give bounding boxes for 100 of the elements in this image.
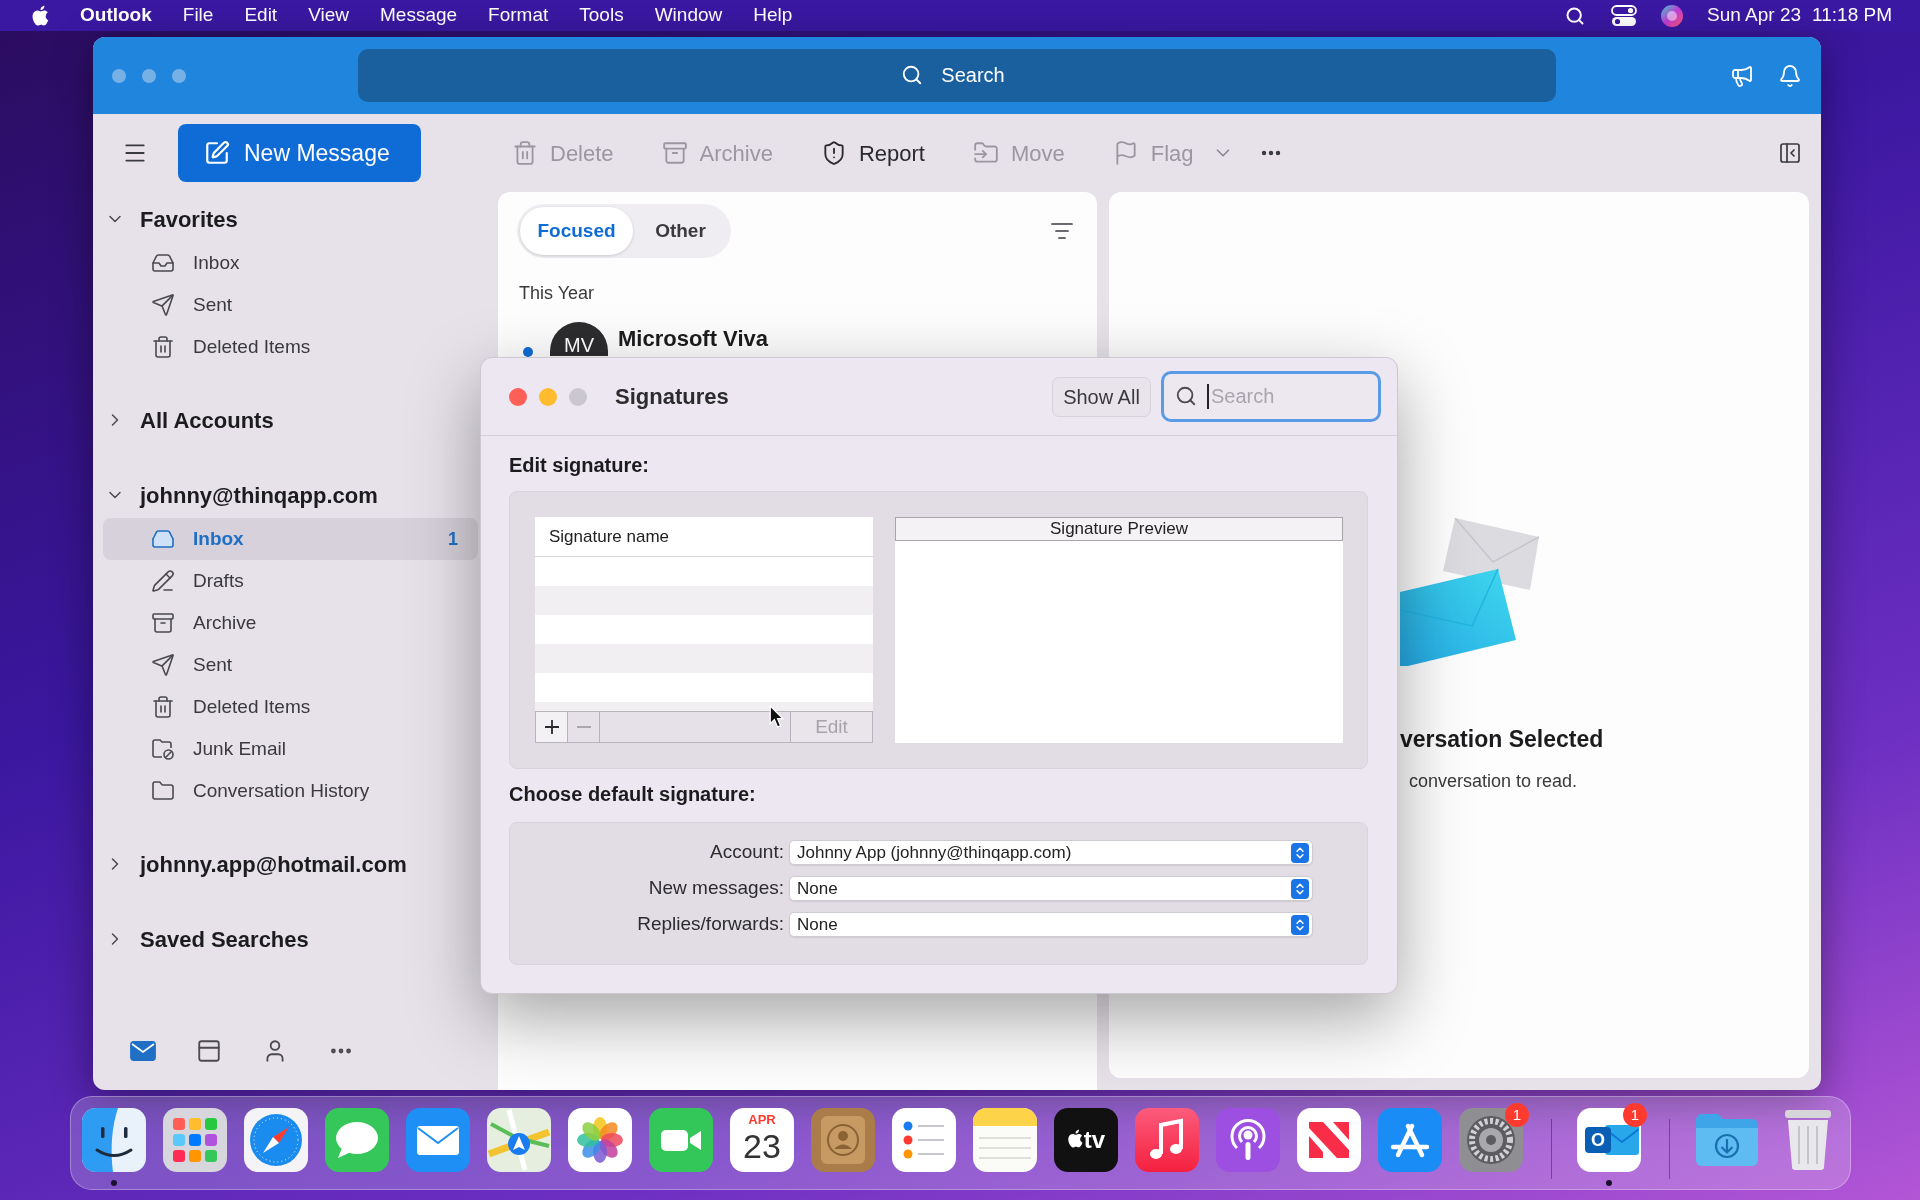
music-note-icon[interactable]	[1135, 1108, 1199, 1172]
stepper-icon	[1291, 914, 1309, 935]
map-icon[interactable]	[487, 1108, 551, 1172]
notification-count: 1	[1623, 1103, 1647, 1127]
calendar-month: APR	[748, 1112, 776, 1127]
folder-item[interactable]: Deleted Items	[151, 326, 311, 368]
section-header[interactable]: Favorites	[93, 196, 238, 242]
stylized-a-icon[interactable]	[1378, 1108, 1442, 1172]
menu-item[interactable]: Tools	[579, 1, 624, 30]
calendar-icon[interactable]	[196, 1038, 222, 1064]
calendar-day: 23	[743, 1127, 781, 1165]
tab[interactable]: Other	[633, 207, 728, 255]
paper-plane-icon	[151, 293, 175, 317]
folder-item[interactable]: Junk Email	[151, 728, 286, 770]
tab[interactable]: Focused	[520, 207, 633, 255]
menu-item[interactable]: File	[182, 1, 214, 30]
section-header[interactable]: All Accounts	[93, 397, 274, 443]
section-header[interactable]: johnny@thinqapp.com	[93, 472, 378, 518]
tv-app-tile[interactable]: tv	[1054, 1108, 1118, 1172]
close-button[interactable]	[509, 387, 527, 406]
column-header: Signature name	[535, 517, 873, 557]
paper-plane-icon	[151, 653, 175, 677]
menu-bar-clock: 11:18 PM	[1812, 3, 1892, 28]
section-heading: Choose default signature:	[509, 782, 756, 807]
folder-item[interactable]: Drafts	[151, 560, 244, 602]
panel-toggle-icon[interactable]	[1778, 141, 1802, 165]
field-label: Account:	[710, 840, 784, 865]
column-header: Signature Preview	[895, 517, 1343, 541]
field-label: Replies/forwards:	[637, 912, 784, 937]
smiling-face-icon[interactable]	[82, 1108, 146, 1172]
trash-icon	[512, 140, 538, 166]
speech-bubble-icon[interactable]	[325, 1108, 389, 1172]
search-field[interactable]: Search	[1161, 371, 1381, 422]
folder-item[interactable]: Sent	[151, 644, 233, 686]
folder-item[interactable]: Deleted Items	[151, 686, 311, 728]
inbox-tray-icon	[151, 527, 175, 551]
gear-icon[interactable]	[1459, 1108, 1523, 1172]
folder-item[interactable]: Archive	[151, 602, 257, 644]
download-folder-icon[interactable]	[1696, 1114, 1758, 1166]
sender-name: Microsoft Viva	[618, 325, 768, 353]
apple-icon[interactable]	[1066, 1129, 1083, 1148]
new-message-button[interactable]: New Message	[178, 124, 421, 182]
checklist-icon[interactable]	[892, 1108, 956, 1172]
text-cursor	[1207, 384, 1209, 409]
bell-icon[interactable]	[1778, 63, 1802, 88]
flower-icon[interactable]	[568, 1108, 632, 1172]
field-label: New messages:	[648, 876, 784, 901]
podcast-icon[interactable]	[1216, 1108, 1280, 1172]
show-all-button[interactable]: Show All	[1052, 376, 1151, 417]
section-header[interactable]: johnny.app@hotmail.com	[93, 841, 407, 887]
menu-item[interactable]: Format	[488, 1, 549, 30]
app-grid-icon[interactable]	[163, 1108, 227, 1172]
search-icon	[1175, 385, 1197, 407]
stepper-icon	[1291, 842, 1309, 863]
mouse-pointer-icon	[769, 705, 784, 728]
stepper-icon	[1291, 878, 1309, 899]
pencil-icon	[151, 569, 175, 593]
signature-select[interactable]: Johnny App (johnny@thinqapp.com)	[789, 840, 1313, 865]
folder-item[interactable]: Sent	[151, 284, 233, 326]
menu-item[interactable]: Message	[380, 1, 458, 30]
folder-blocked-icon	[151, 737, 175, 761]
search-icon[interactable]	[1565, 5, 1586, 26]
folder-icon	[151, 779, 175, 803]
notepad-icon[interactable]	[973, 1108, 1037, 1172]
folder-item[interactable]: Inbox	[151, 242, 240, 284]
menu-item[interactable]: Edit	[244, 1, 278, 30]
archive-box-icon	[151, 611, 175, 635]
empty-state-title: versation Selected	[1400, 725, 1604, 754]
menu-item[interactable]: Window	[654, 1, 723, 30]
gradient-orb-icon[interactable]	[1661, 4, 1684, 27]
envelope-icon[interactable]	[130, 1041, 156, 1061]
report-button[interactable]: Report	[812, 131, 933, 175]
trash-can-icon[interactable]	[1785, 1110, 1831, 1170]
avatar: MV	[550, 322, 608, 356]
menu-item[interactable]: Help	[753, 1, 793, 30]
signature-select[interactable]: None	[789, 876, 1313, 901]
megaphone-icon[interactable]	[1730, 63, 1754, 88]
app-letter: O	[1585, 1127, 1611, 1153]
section-heading: Edit signature:	[509, 453, 649, 478]
dialog-title: Signatures	[615, 383, 729, 411]
control-toggles-icon[interactable]	[1611, 4, 1638, 27]
folder-item[interactable]: Conversation History	[151, 770, 370, 812]
apple-icon[interactable]	[31, 5, 49, 26]
trash-icon	[151, 335, 175, 359]
signature-select[interactable]: None	[789, 912, 1313, 937]
calendar-app-tile[interactable]: APR 23	[730, 1108, 794, 1172]
news-icon[interactable]	[1297, 1108, 1361, 1172]
search-field[interactable]: Search	[358, 49, 1556, 102]
notification-count: 1	[1505, 1103, 1529, 1127]
menu-item[interactable]: View	[308, 1, 349, 30]
video-camera-icon[interactable]	[649, 1108, 713, 1172]
trash-icon	[151, 695, 175, 719]
search-icon	[901, 64, 923, 86]
menu-bar-date: Sun Apr 23	[1707, 3, 1802, 28]
add-button[interactable]	[536, 712, 568, 742]
section-header[interactable]: Saved Searches	[93, 916, 309, 962]
app-menu[interactable]: Outlook	[80, 1, 152, 30]
envelope-icon[interactable]	[406, 1108, 470, 1172]
compass-icon[interactable]	[244, 1108, 308, 1172]
tv-label: tv	[1083, 1126, 1106, 1154]
